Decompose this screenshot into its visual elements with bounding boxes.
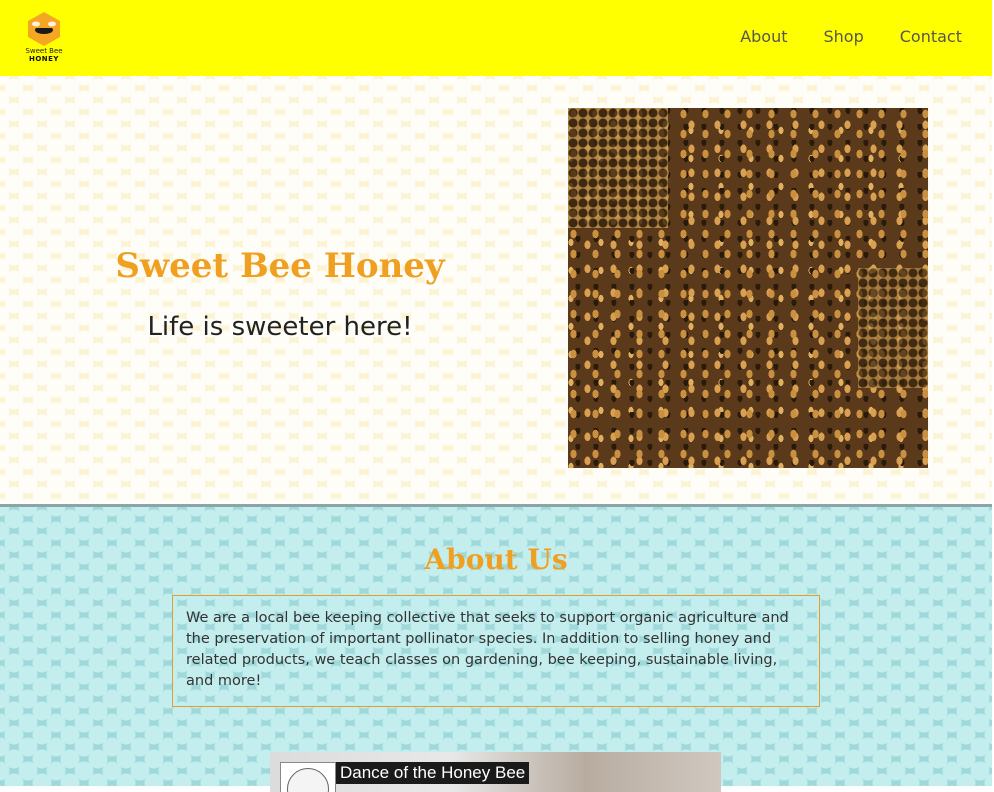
main-nav: About Shop Contact — [740, 27, 962, 46]
nav-shop[interactable]: Shop — [824, 27, 864, 46]
honeycomb-detail — [858, 268, 928, 388]
nav-contact[interactable]: Contact — [900, 27, 962, 46]
bee-logo-icon — [28, 12, 60, 46]
logo-line1: Sweet Bee — [25, 47, 63, 55]
hero-title: Sweet Bee Honey — [115, 246, 445, 286]
logo[interactable]: Sweet Bee HONEY — [22, 10, 66, 66]
nav-about[interactable]: About — [740, 27, 787, 46]
video-embed[interactable]: Dance of the Honey Bee — [270, 752, 721, 792]
logo-line2: HONEY — [28, 55, 60, 63]
video-title-link[interactable]: Dance of the Honey Bee — [336, 762, 530, 784]
hero-subtitle: Life is sweeter here! — [147, 312, 413, 342]
channel-avatar[interactable] — [280, 762, 336, 792]
site-header: Sweet Bee HONEY About Shop Contact — [0, 0, 992, 76]
hero-section: Sweet Bee Honey Life is sweeter here! — [0, 76, 992, 504]
about-title: About Us — [424, 543, 568, 576]
about-section: About Us We are a local bee keeping coll… — [0, 504, 992, 792]
honeycomb-detail — [568, 108, 668, 228]
about-description: We are a local bee keeping collective th… — [172, 595, 820, 707]
bees-on-honeycomb-image — [568, 108, 928, 468]
